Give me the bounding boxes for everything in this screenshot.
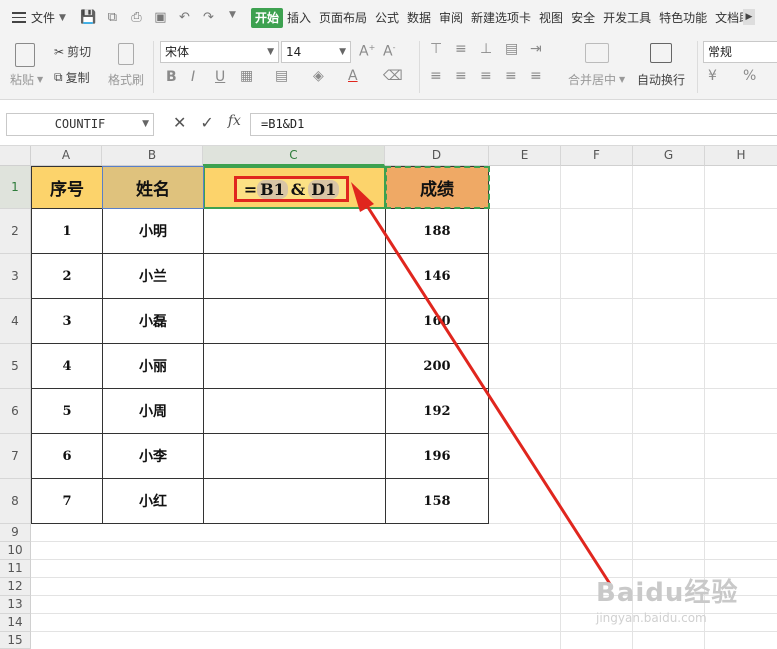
align-left-icon[interactable]: ≡ bbox=[430, 68, 442, 84]
chevron-down-icon: ▼ bbox=[59, 12, 66, 23]
annotation-arrow-shaft bbox=[360, 196, 612, 586]
ribbon-toolbar: 粘贴 ▼ ✂ 剪切 ⧉ 复制 格式刷 宋体 ▼ 14 ▼ A+ A- B I U… bbox=[0, 35, 777, 100]
ribbon-divider bbox=[419, 41, 420, 93]
font-name-select[interactable]: 宋体 ▼ bbox=[160, 41, 279, 63]
wrap-text-button[interactable]: 自动换行 bbox=[637, 71, 685, 88]
ribbon-divider bbox=[153, 41, 154, 93]
align-top-icon[interactable]: ⊤ bbox=[430, 41, 442, 57]
tabs-scroll-right-icon[interactable]: ▶ bbox=[743, 9, 755, 25]
chevron-down-icon: ▼ bbox=[142, 119, 149, 129]
indent-icon[interactable]: ⇥ bbox=[530, 41, 542, 57]
hamburger-menu-icon[interactable] bbox=[12, 12, 26, 23]
fill-color-icon[interactable]: ◈ bbox=[313, 68, 324, 84]
file-menu[interactable]: 文件 ▼ bbox=[31, 9, 66, 26]
percent-icon[interactable]: % bbox=[743, 68, 756, 84]
tab-page-layout[interactable]: 页面布局 bbox=[315, 8, 371, 28]
align-middle-icon[interactable]: ≡ bbox=[455, 41, 467, 57]
copy-label: 复制 bbox=[65, 71, 90, 85]
scissors-icon: ✂ bbox=[54, 44, 65, 59]
align-right-icon[interactable]: ≡ bbox=[480, 68, 492, 84]
name-box[interactable]: COUNTIF ▼ bbox=[6, 113, 154, 136]
tab-review[interactable]: 审阅 bbox=[435, 8, 467, 28]
tab-data[interactable]: 数据 bbox=[403, 8, 435, 28]
watermark-brand: Baidu经验 bbox=[596, 578, 739, 608]
chevron-down-icon: ▼ bbox=[339, 47, 346, 57]
insert-function-icon[interactable]: fx bbox=[228, 113, 241, 132]
borders-icon[interactable]: ▦ bbox=[240, 68, 253, 84]
print-icon[interactable]: ⎙ bbox=[128, 10, 145, 25]
cut-label: 剪切 bbox=[67, 45, 92, 59]
spreadsheet-app: { "menubar": { "file_label": "文件", "tabs… bbox=[0, 0, 777, 649]
format-painter-icon[interactable] bbox=[118, 43, 134, 65]
align-bottom-icon[interactable]: ⊥ bbox=[480, 41, 492, 57]
paste-label: 粘贴 bbox=[10, 73, 35, 87]
print-preview-icon[interactable]: ▣ bbox=[152, 10, 169, 25]
wrap-text-icon[interactable] bbox=[650, 43, 672, 63]
grow-font-icon[interactable]: A+ bbox=[359, 43, 375, 60]
tab-formulas[interactable]: 公式 bbox=[371, 8, 403, 28]
font-size-select[interactable]: 14 ▼ bbox=[281, 41, 351, 63]
tab-home[interactable]: 开始 bbox=[250, 7, 283, 28]
cut-button[interactable]: ✂ 剪切 bbox=[54, 43, 91, 60]
underline-icon[interactable]: U bbox=[215, 69, 225, 85]
chevron-down-icon: ▼ bbox=[267, 47, 274, 57]
tab-security[interactable]: 安全 bbox=[567, 8, 599, 28]
chevron-down-icon: ▼ bbox=[37, 75, 44, 84]
justify-icon[interactable]: ≡ bbox=[505, 68, 517, 84]
cancel-icon[interactable]: ✕ bbox=[173, 113, 186, 132]
distributed-icon[interactable]: ≡ bbox=[530, 68, 542, 84]
name-box-value: COUNTIF bbox=[54, 117, 106, 131]
save-icon[interactable]: 💾 bbox=[80, 10, 97, 25]
tab-view[interactable]: 视图 bbox=[535, 8, 567, 28]
sheet-grid: A B C D E F G H 1 2 3 4 5 6 7 8 9 10 11 … bbox=[0, 146, 777, 649]
export-icon[interactable]: ⧉ bbox=[104, 10, 121, 25]
format-painter-label: 格式刷 bbox=[108, 73, 145, 87]
tab-features[interactable]: 特色功能 bbox=[655, 8, 711, 28]
font-color-icon[interactable]: A bbox=[348, 68, 358, 84]
quick-access-toolbar: 💾 ⧉ ⎙ ▣ ↶ ↷ ▼ bbox=[80, 10, 241, 25]
font-size-value: 14 bbox=[286, 45, 302, 59]
wrap-text-label: 自动换行 bbox=[637, 73, 686, 87]
paste-icon[interactable] bbox=[15, 43, 35, 67]
italic-icon[interactable]: I bbox=[191, 69, 195, 85]
merge-center-icon[interactable] bbox=[585, 43, 609, 63]
tab-insert[interactable]: 插入 bbox=[283, 8, 315, 28]
clear-format-icon[interactable]: ⌫ bbox=[383, 68, 403, 84]
ribbon-divider bbox=[697, 41, 698, 93]
currency-icon[interactable]: ¥ bbox=[708, 68, 717, 84]
align-center-icon[interactable]: ≡ bbox=[455, 68, 467, 84]
ribbon-tabs: 开始 插入 页面布局 公式 数据 审阅 新建选项卡 视图 安全 开发工具 特色功… bbox=[250, 7, 755, 28]
merge-center-button[interactable]: 合并居中 ▼ bbox=[568, 71, 625, 88]
tab-developer[interactable]: 开发工具 bbox=[599, 8, 655, 28]
annotation-arrow-head bbox=[351, 182, 374, 212]
confirm-icon[interactable]: ✓ bbox=[200, 113, 213, 132]
paste-button[interactable]: 粘贴 ▼ bbox=[10, 71, 43, 88]
undo-icon[interactable]: ↶ bbox=[176, 10, 193, 25]
copy-button[interactable]: ⧉ 复制 bbox=[54, 69, 90, 86]
tab-new-tab[interactable]: 新建选项卡 bbox=[467, 8, 535, 28]
format-painter-button[interactable]: 格式刷 bbox=[108, 71, 144, 88]
merge-border-icon[interactable]: ▤ bbox=[275, 68, 288, 84]
font-name-value: 宋体 bbox=[165, 45, 190, 59]
menu-bar: 文件 ▼ 💾 ⧉ ⎙ ▣ ↶ ↷ ▼ 开始 插入 页面布局 公式 数据 审阅 新… bbox=[0, 0, 777, 35]
formula-input[interactable]: =B1&D1 bbox=[250, 113, 777, 136]
chevron-down-icon: ▼ bbox=[619, 75, 626, 84]
more-dropdown-icon[interactable]: ▼ bbox=[224, 10, 241, 25]
watermark: Baidu经验 jingyan.baidu.com bbox=[596, 572, 738, 625]
copy-icon: ⧉ bbox=[54, 70, 63, 84]
redo-icon[interactable]: ↷ bbox=[200, 10, 217, 25]
formula-bar: COUNTIF ▼ ✕ ✓ fx =B1&D1 bbox=[0, 100, 777, 146]
file-menu-label: 文件 bbox=[31, 11, 56, 25]
number-format-select[interactable]: 常规 bbox=[703, 41, 777, 63]
orientation-icon[interactable]: ▤ bbox=[505, 41, 518, 57]
bold-icon[interactable]: B bbox=[166, 69, 177, 85]
number-format-value: 常规 bbox=[708, 45, 733, 59]
watermark-url: jingyan.baidu.com bbox=[596, 611, 707, 625]
formula-actions: ✕ ✓ fx bbox=[173, 113, 241, 132]
merge-center-label: 合并居中 bbox=[568, 73, 617, 87]
shrink-font-icon[interactable]: A- bbox=[383, 43, 395, 60]
